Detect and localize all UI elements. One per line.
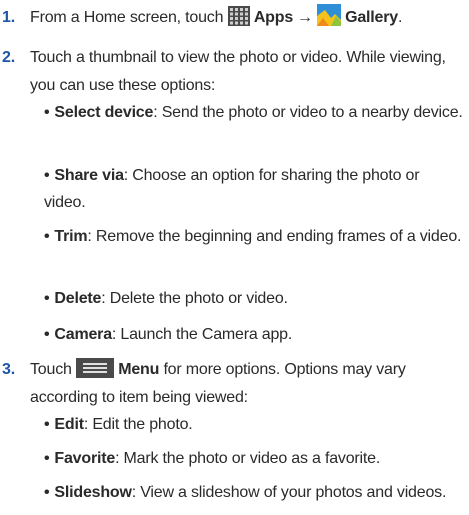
gallery-icon	[316, 4, 341, 26]
option-label: Share via	[54, 167, 124, 184]
bullet-icon: •	[44, 326, 50, 343]
apps-label: Apps	[253, 9, 294, 26]
option-desc: : Send the photo or video to a nearby de…	[153, 104, 463, 121]
arrow-icon: →	[297, 9, 313, 26]
option-desc: : View a slideshow of your photos and vi…	[131, 484, 447, 501]
option-desc: : Delete the photo or video.	[101, 290, 288, 307]
step-2-number: 2.	[2, 49, 15, 66]
option-camera: • Camera: Launch the Camera app.	[44, 321, 464, 355]
step-1-end: .	[397, 9, 403, 26]
step-3-intro: Touch	[30, 361, 72, 378]
option-label: Edit	[54, 416, 84, 433]
option-label: Slideshow	[54, 484, 132, 501]
bullet-icon: •	[44, 484, 50, 501]
step-2-text: Touch a thumbnail to view the photo or v…	[30, 49, 446, 94]
option-desc: : Remove the beginning and ending frames…	[87, 228, 462, 245]
option-favorite: • Favorite: Mark the photo or video as a …	[44, 445, 464, 479]
option-trim: • Trim: Remove the beginning and ending f…	[44, 223, 464, 285]
option-label: Favorite	[54, 450, 116, 467]
apps-grid-icon	[227, 6, 250, 26]
option-desc: : Mark the photo or video as a favorite.	[115, 450, 381, 467]
option-delete: • Delete: Delete the photo or video.	[44, 285, 464, 321]
step-3-options: • Edit: Edit the photo. • Favorite: Mark t…	[44, 411, 464, 506]
bullet-icon: •	[44, 416, 50, 433]
bullet-icon: •	[44, 450, 50, 467]
bullet-icon: •	[44, 167, 50, 184]
option-slideshow: • Slideshow: View a slideshow of your pho…	[44, 479, 464, 506]
instructions-page: 1. From a Home screen, touch Apps → Gall…	[0, 0, 469, 515]
step-1-intro: From a Home screen, touch	[30, 9, 224, 26]
gallery-label: Gallery	[345, 9, 398, 26]
bullet-icon: •	[44, 104, 50, 121]
bullet-icon: •	[44, 290, 50, 307]
step-2-options: • Select device: Send the photo or video …	[44, 99, 464, 355]
menu-label: Menu	[118, 361, 160, 378]
option-edit: • Edit: Edit the photo.	[44, 411, 464, 445]
option-label: Delete	[54, 290, 102, 307]
option-share-via: • Share via: Choose an option for sharing…	[44, 162, 464, 223]
step-3-number: 3.	[2, 361, 15, 378]
step-3-text: Touch Menu for more options. Options may…	[30, 356, 462, 412]
option-desc: : Launch the Camera app.	[111, 326, 293, 343]
step-1-text: From a Home screen, touch Apps → Gallery…	[30, 4, 462, 32]
option-label: Select device	[54, 104, 154, 121]
option-label: Camera	[54, 326, 112, 343]
menu-icon	[75, 358, 114, 378]
option-label: Trim	[54, 228, 88, 245]
bullet-icon: •	[44, 228, 50, 245]
step-1-number: 1.	[2, 9, 15, 26]
option-select-device: • Select device: Send the photo or video …	[44, 99, 464, 162]
option-desc: : Edit the photo.	[83, 416, 193, 433]
